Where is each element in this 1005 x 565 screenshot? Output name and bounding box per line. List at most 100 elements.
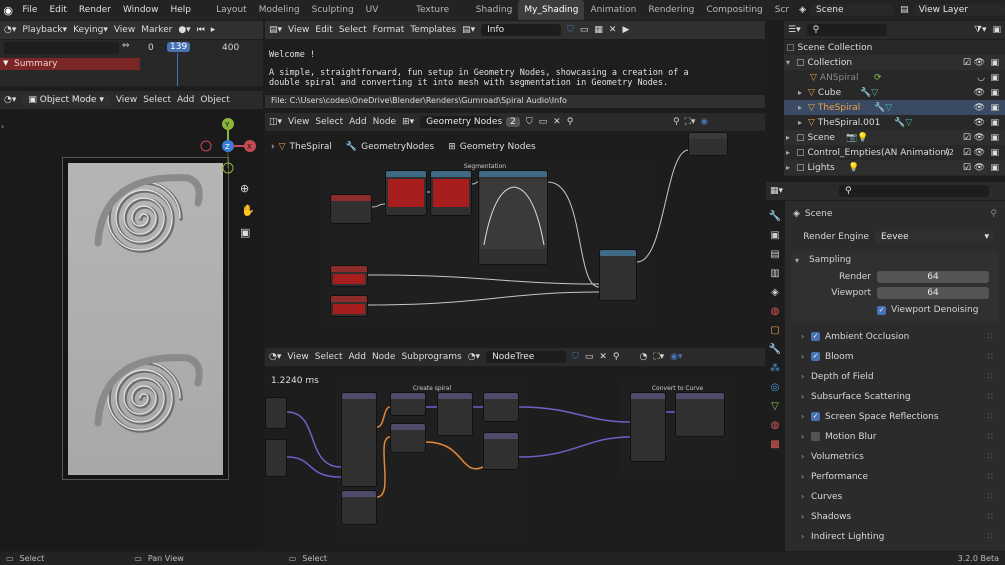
users-count[interactable]: 2 [506,117,520,127]
panel-ambient-occlusion[interactable]: › ✓ Ambient Occlusion ∷ [791,327,999,346]
hidden-eye-icon[interactable]: ◡ [977,73,985,83]
gizmo-icon[interactable]: ◉ [700,117,708,127]
menu-view[interactable]: View [287,352,308,362]
output-tab-icon[interactable]: ▤ [770,249,779,260]
fake-user-icon[interactable]: ⛉ [526,117,533,127]
gizmo-icon[interactable]: ◉▾ [670,352,682,362]
fake-user-icon[interactable]: ⛉ [572,352,579,362]
menu-templates[interactable]: Templates [410,25,456,35]
outliner-row[interactable]: ▾ ▢ Collection ☑ 👁 ▣ [784,55,1005,70]
visibility-eye-icon[interactable]: 👁 [974,163,985,173]
pin-icon[interactable]: ⚲ [567,117,574,127]
tab-shading[interactable]: Shading [470,0,519,20]
viewport-denoising-checkbox[interactable]: ✓ Viewport Denoising [791,301,999,319]
chevron-right-icon[interactable]: › [801,412,811,421]
render-camera-icon[interactable]: ▣ [990,103,999,113]
render-camera-icon[interactable]: ▣ [990,118,999,128]
menu-marker[interactable]: Marker [141,25,172,35]
render-engine-select[interactable]: Eevee ▾ [875,231,995,243]
object-tab-icon[interactable]: ▢ [770,325,779,336]
pin-icon[interactable]: ⚲ [990,209,997,219]
view-layer-tab-icon[interactable]: ▥ [770,268,779,279]
material-tab-icon[interactable]: ◍ [771,420,780,431]
tab-modeling[interactable]: Modeling [253,0,306,20]
navigation-gizmo[interactable]: Y Z X [200,118,256,176]
exclude-checkbox[interactable]: ☑ [963,148,971,158]
blender-logo-icon[interactable]: ◉ [0,4,16,17]
summary-row[interactable]: Summary [0,58,140,70]
info-text-area[interactable]: Welcome ! A simple, straightforward, fun… [265,40,765,94]
collapse-icon[interactable]: ▼ [3,59,8,67]
tab-uv-editing[interactable]: UV Editing [360,0,410,35]
tab-animation[interactable]: Animation [584,0,642,20]
snap-icon[interactable]: ⛶▾ [653,352,664,362]
menu-window[interactable]: Window [117,5,165,15]
node-tree-name[interactable]: Geometry Nodes [420,116,502,128]
outliner-row[interactable]: ▸ ▢ Control_Empties(AN Animation) ⅄2 ☑ 👁 ▣ [784,145,1005,160]
menu-object[interactable]: Object [200,95,229,105]
panel-bloom[interactable]: › ✓ Bloom ∷ [791,347,999,366]
play-icon[interactable]: ▸ [211,25,216,35]
visibility-eye-icon[interactable]: 👁 [974,148,985,158]
visibility-eye-icon[interactable]: 👁 [974,88,985,98]
record-icon[interactable]: ●▾ [178,25,190,35]
toolbar-expand-icon[interactable]: › [1,122,4,131]
chevron-right-icon[interactable]: › [801,352,811,361]
visibility-eye-icon[interactable]: 👁 [974,58,985,68]
texture-tab-icon[interactable]: ▩ [770,439,779,450]
menu-help[interactable]: Help [164,5,197,15]
viewport-area[interactable]: Y Z X ⊕ ✋ ▣ › [0,110,263,550]
menu-edit[interactable]: Edit [315,25,332,35]
tool-tab-icon[interactable]: 🔧 [769,211,781,222]
node-tree-type-icon[interactable]: ⊞▾ [402,117,414,127]
node-editor-type-icon[interactable]: ◔▾ [269,352,281,362]
panel-depth-of-field[interactable]: › Depth of Field ∷ [791,367,999,386]
fake-user-icon[interactable]: ⛉ [567,25,574,35]
render-camera-icon[interactable]: ▣ [990,88,999,98]
tab-scripting[interactable]: Scr [769,0,795,20]
outliner-row-active[interactable]: ▸ ▽ TheSpiral 🔧▽ 👁 ▣ [784,100,1005,115]
panel-enable-checkbox[interactable]: ✓ [811,332,820,341]
timeline-body[interactable]: ⇔ 0 139 400 Summary ▼ [0,40,263,86]
visibility-eye-icon[interactable]: 👁 [974,133,985,143]
menu-view[interactable]: View [114,25,135,35]
outliner-row[interactable]: ▽ ANSpiral ⟳ ◡ ▣ [784,70,1005,85]
chevron-right-icon[interactable]: › [801,472,811,481]
data-tab-icon[interactable]: ▽ [771,401,779,412]
exclude-checkbox[interactable]: ☑ [963,163,971,173]
menu-view[interactable]: View [116,95,137,105]
menu-view[interactable]: View [288,117,309,127]
nodetree-canvas[interactable]: 1.2240 ms Create spiral Convert to Curve [265,367,765,550]
menu-add[interactable]: Add [349,352,366,362]
view-layer-icon[interactable]: ▤ [900,5,909,15]
outliner-row[interactable]: ▸ ▽ TheSpiral.001 🔧▽ 👁 ▣ [784,115,1005,130]
outliner-row[interactable]: ▸ ▽ Cube 🔧▽ 👁 ▣ [784,85,1005,100]
menu-subprograms[interactable]: Subprograms [401,352,461,362]
drag-handle-icon[interactable]: ∷ [987,372,993,382]
menu-node[interactable]: Node [373,117,397,127]
drag-handle-icon[interactable]: ∷ [987,452,993,462]
panel-subsurface-scattering[interactable]: › Subsurface Scattering ∷ [791,387,999,406]
dopesheet-search[interactable] [4,42,119,54]
current-frame-badge[interactable]: 139 [167,42,191,52]
nodetree-name[interactable]: NodeTree [486,351,567,363]
zoom-icon[interactable]: ⊕ [240,182,249,195]
chevron-right-icon[interactable]: › [801,432,811,441]
panel-indirect-lighting[interactable]: › Indirect Lighting ∷ [791,527,999,546]
drag-handle-icon[interactable]: ∷ [987,512,993,522]
run-script-icon[interactable]: ▶ [622,25,629,35]
tab-my-shading[interactable]: My_Shading [518,0,585,20]
menu-select[interactable]: Select [315,117,343,127]
panel-enable-checkbox[interactable] [811,432,820,441]
visibility-eye-icon[interactable]: 👁 [974,118,985,128]
properties-type-icon[interactable]: ▦▾ [770,186,783,196]
visibility-eye-icon[interactable]: 👁 [974,103,985,113]
menu-select[interactable]: Select [315,352,343,362]
render-camera-icon[interactable]: ▣ [990,58,999,68]
drag-handle-icon[interactable]: ∷ [987,432,993,442]
menu-keying[interactable]: Keying▾ [73,25,108,35]
view-layer-selector[interactable]: View Layer [912,4,1005,16]
world-tab-icon[interactable]: ◍ [771,306,780,317]
modifier-tab-icon[interactable]: 🔧 [769,344,781,355]
text-block-icon[interactable]: ▤▾ [462,25,475,35]
